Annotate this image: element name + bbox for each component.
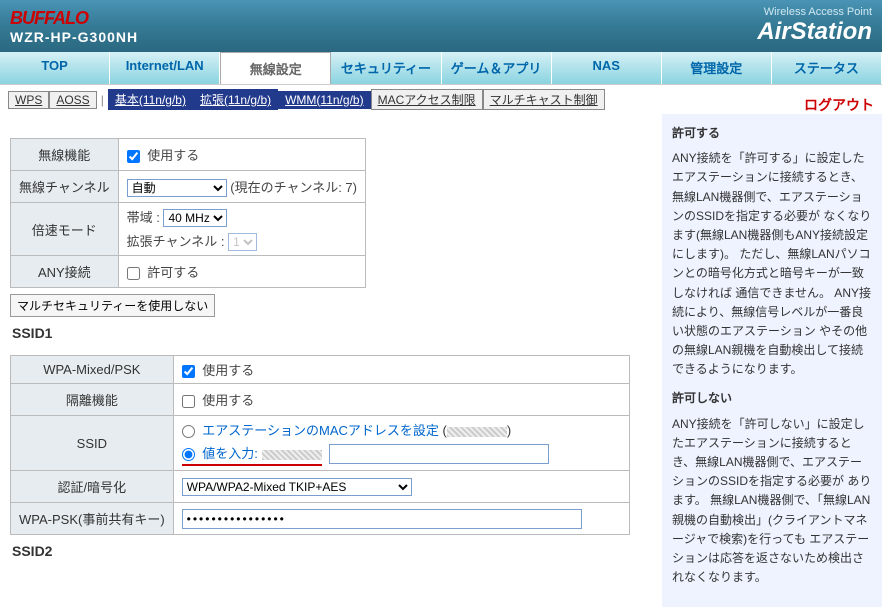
ssid2-heading: SSID2 — [12, 543, 652, 559]
ssid1-table: WPA-Mixed/PSK 使用する 隔離機能 使用する — [10, 355, 630, 535]
any-allow-checkbox[interactable] — [127, 267, 140, 280]
side-column: 許可する ANY接続を「許可する」に設定したエアステーションに接続するとき、無線… — [662, 114, 882, 607]
channel-select[interactable]: 自動 — [127, 179, 227, 197]
multi-security-button[interactable]: マルチセキュリティーを使用しない — [10, 294, 215, 317]
auth-select[interactable]: WPA/WPA2-Mixed TKIP+AES — [182, 478, 412, 496]
bandwidth-label: 帯域 : — [127, 210, 160, 225]
ssid-mac-option[interactable]: エアステーションのMACアドレスを設定 () — [182, 423, 512, 438]
main-column: 無線機能 使用する 無線チャンネル 自動 (現在のチャンネル: 7) — [0, 114, 662, 607]
ext-ch-select: 1 — [228, 233, 257, 251]
ssid-input-option[interactable]: 値を入力: — [182, 446, 262, 461]
ssid-mac-text: エアステーションのMACアドレスを設定 — [202, 423, 439, 438]
model-name: WZR-HP-G300NH — [10, 29, 138, 45]
channel-note: (現在のチャンネル: 7) — [230, 180, 357, 195]
psk-input[interactable] — [182, 509, 582, 529]
subtab-basic[interactable]: 基本(11n/g/b) — [108, 89, 193, 110]
main-tab-7[interactable]: ステータス — [772, 52, 882, 84]
main-tab-3[interactable]: セキュリティー — [331, 52, 441, 84]
radio-use-checkbox[interactable] — [127, 150, 140, 163]
ssid-input-radio[interactable] — [182, 448, 195, 461]
subtab-wps[interactable]: WPS — [8, 91, 49, 109]
row-label-double: 倍速モード — [11, 203, 119, 256]
ssid-input[interactable] — [329, 444, 549, 464]
product-name: AirStation — [757, 18, 872, 46]
app-header: BUFFALO WZR-HP-G300NH Wireless Access Po… — [0, 0, 882, 52]
main-tab-4[interactable]: ゲーム＆アプリ — [442, 52, 552, 84]
ssid1-heading: SSID1 — [12, 325, 652, 341]
wap-label: Wireless Access Point — [757, 6, 872, 18]
wpa-mixed-use-label[interactable]: 使用する — [182, 363, 255, 378]
main-tab-2[interactable]: 無線設定 — [220, 52, 331, 84]
isolation-use-checkbox[interactable] — [182, 395, 195, 408]
main-tab-1[interactable]: Internet/LAN — [110, 52, 220, 84]
subtab-sep: | — [97, 93, 108, 107]
main-tab-0[interactable]: TOP — [0, 52, 110, 84]
subtab-wmm[interactable]: WMM(11n/g/b) — [278, 91, 370, 109]
side-deny-text: ANY接続を「許可しない」に設定したエアステーションに接続するとき、無線LAN機… — [672, 415, 872, 588]
row-label-ssid: SSID — [11, 416, 174, 471]
row-label-auth: 認証/暗号化 — [11, 471, 174, 503]
subtab-ext[interactable]: 拡張(11n/g/b) — [193, 89, 278, 110]
subtab-multi[interactable]: マルチキャスト制御 — [483, 89, 605, 110]
ext-ch-label: 拡張チャンネル : — [127, 234, 225, 249]
row-label-isolation: 隔離機能 — [11, 384, 174, 416]
main-tabs: TOPInternet/LAN無線設定セキュリティーゲーム＆アプリNAS管理設定… — [0, 52, 882, 85]
brand-logo: BUFFALO — [10, 8, 138, 29]
row-label-radio: 無線機能 — [11, 139, 119, 171]
row-label-channel: 無線チャンネル — [11, 171, 119, 203]
isolation-use-text: 使用する — [202, 393, 254, 408]
row-label-wpa-mixed: WPA-Mixed/PSK — [11, 356, 174, 384]
sub-tabs: WPS AOSS | 基本(11n/g/b) 拡張(11n/g/b) WMM(1… — [0, 85, 882, 114]
wireless-table: 無線機能 使用する 無線チャンネル 自動 (現在のチャンネル: 7) — [10, 138, 366, 288]
ssid-input-text: 値を入力: — [202, 446, 258, 461]
wpa-mixed-use-checkbox[interactable] — [182, 365, 195, 378]
mac-masked — [447, 427, 507, 437]
header-right: Wireless Access Point AirStation — [757, 6, 872, 46]
row-label-psk: WPA-PSK(事前共有キー) — [11, 503, 174, 535]
logout-link[interactable]: ログアウト — [804, 95, 874, 115]
main-tab-6[interactable]: 管理設定 — [662, 52, 772, 84]
subtab-mac[interactable]: MACアクセス制限 — [371, 89, 483, 110]
bandwidth-select[interactable]: 40 MHz — [163, 209, 227, 227]
any-allow-text: 許可する — [147, 265, 199, 280]
content: 無線機能 使用する 無線チャンネル 自動 (現在のチャンネル: 7) — [0, 114, 882, 607]
main-tab-5[interactable]: NAS — [552, 52, 662, 84]
side-allow-heading: 許可する — [672, 124, 872, 143]
header-left: BUFFALO WZR-HP-G300NH — [10, 8, 138, 45]
ssid-input-row: 値を入力: — [182, 443, 322, 466]
ssid-masked — [262, 450, 322, 460]
side-deny-heading: 許可しない — [672, 389, 872, 408]
side-allow-text: ANY接続を「許可する」に設定したエアステーションに接続するとき、無線LAN機器… — [672, 149, 872, 379]
isolation-use-label[interactable]: 使用する — [182, 393, 255, 408]
ssid-mac-radio[interactable] — [182, 425, 195, 438]
radio-use-text: 使用する — [147, 148, 199, 163]
subtab-aoss[interactable]: AOSS — [49, 91, 96, 109]
row-label-any: ANY接続 — [11, 256, 119, 288]
any-allow-label[interactable]: 許可する — [127, 265, 200, 280]
radio-use-label[interactable]: 使用する — [127, 148, 200, 163]
wpa-mixed-use-text: 使用する — [202, 363, 254, 378]
